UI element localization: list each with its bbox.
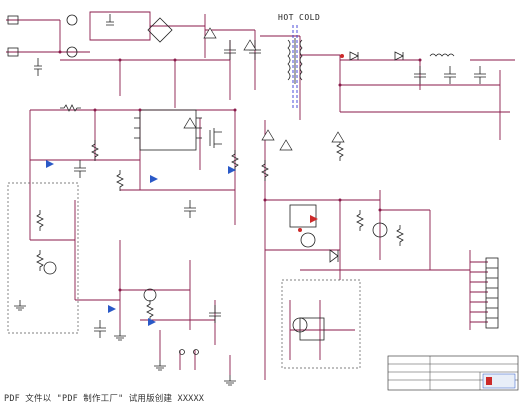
- hot-label: HOT: [278, 13, 294, 22]
- circuit-diagram: HOT COLD: [0, 0, 525, 404]
- pdf-footer-note: PDF 文件以 "PDF 制作工厂" 试用版创建 XXXXX: [4, 394, 205, 404]
- cold-label: COLD: [299, 13, 320, 22]
- schematic-sheet: HOT COLD PDF 文件以 "PDF 制作工厂" 试用版创建 XXXXX: [0, 0, 525, 404]
